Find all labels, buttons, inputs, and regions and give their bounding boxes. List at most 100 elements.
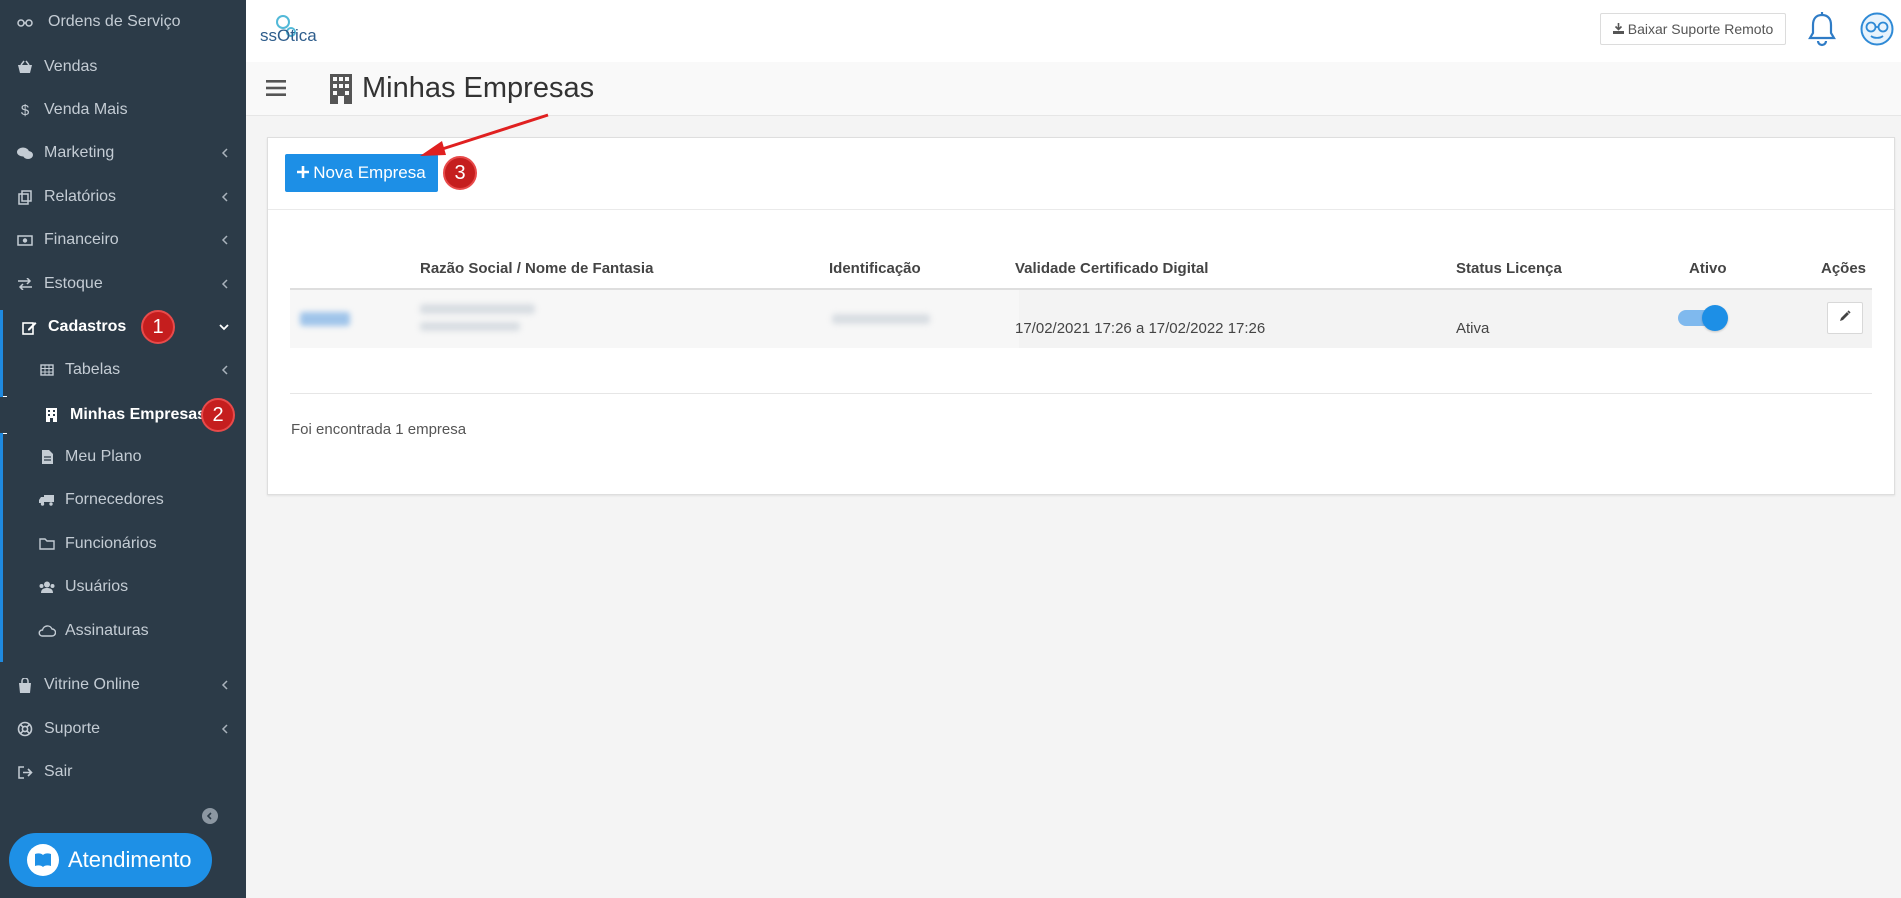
cloud-icon bbox=[38, 622, 56, 640]
chevron-left-icon bbox=[218, 723, 230, 735]
remote-support-label: Baixar Suporte Remoto bbox=[1627, 21, 1774, 37]
redacted-logo bbox=[300, 312, 350, 326]
book-icon bbox=[27, 844, 59, 876]
content-header: Minhas Empresas bbox=[246, 62, 1901, 116]
download-icon bbox=[1612, 21, 1624, 37]
life-ring-icon bbox=[16, 720, 34, 738]
logo-text: ssOtica bbox=[260, 26, 317, 45]
money-icon bbox=[16, 231, 34, 249]
table-icon bbox=[38, 361, 56, 379]
sidebar-item-label: Funcionários bbox=[65, 535, 157, 552]
active-toggle[interactable] bbox=[1678, 305, 1730, 331]
sidebar-item-label: Venda Mais bbox=[44, 101, 128, 118]
sidebar-item-label: Sair bbox=[44, 763, 73, 780]
collapse-sidebar-button[interactable] bbox=[202, 808, 218, 824]
new-company-button[interactable]: Nova Empresa bbox=[285, 154, 438, 192]
comments-icon bbox=[16, 144, 34, 162]
sidebar-subitem-usuarios[interactable]: Usuários bbox=[0, 569, 246, 605]
chevron-left-icon bbox=[218, 364, 230, 376]
column-header-status-licenca: Status Licença bbox=[1456, 260, 1562, 277]
pencil-icon bbox=[1839, 309, 1851, 327]
sidebar-subitem-meu-plano[interactable]: Meu Plano bbox=[0, 439, 246, 475]
topbar: ssOtica Baixar Suporte Remoto bbox=[246, 0, 1901, 62]
plus-icon bbox=[297, 163, 310, 183]
sidebar-item-label: Ordens de Serviço bbox=[48, 13, 181, 30]
building-icon bbox=[330, 74, 352, 104]
sidebar-item-label: Cadastros bbox=[48, 318, 127, 335]
folder-icon bbox=[38, 535, 56, 553]
sidebar-item-label: Usuários bbox=[65, 578, 129, 595]
annotation-badge-2: 2 bbox=[201, 398, 235, 432]
sidebar-item-relatorios[interactable]: Relatórios bbox=[0, 179, 246, 215]
license-status: Ativa bbox=[1456, 320, 1490, 337]
truck-icon bbox=[38, 491, 56, 509]
atendimento-button[interactable]: Atendimento bbox=[9, 833, 212, 887]
column-header-ativo: Ativo bbox=[1689, 260, 1727, 277]
sidebar-item-label: Meu Plano bbox=[65, 448, 142, 465]
column-header-validade-certificado: Validade Certificado Digital bbox=[1015, 260, 1209, 277]
sidebar-item-label: Assinaturas bbox=[65, 622, 149, 639]
sidebar-item-label: Estoque bbox=[44, 275, 103, 292]
sidebar-item-suporte[interactable]: Suporte bbox=[0, 711, 246, 747]
sidebar-subitem-funcionarios[interactable]: Funcionários bbox=[0, 526, 246, 562]
dollar-icon: $ bbox=[20, 101, 30, 119]
sidebar-item-vitrine-online[interactable]: Vitrine Online bbox=[0, 667, 246, 703]
basket-icon bbox=[16, 58, 34, 76]
exchange-icon bbox=[16, 275, 34, 293]
copy-icon bbox=[16, 188, 34, 206]
results-count: Foi encontrada 1 empresa bbox=[291, 421, 467, 438]
bell-icon[interactable] bbox=[1805, 12, 1839, 48]
sign-out-icon bbox=[16, 763, 34, 781]
sidebar-subitem-tabelas[interactable]: Tabelas bbox=[0, 352, 246, 388]
sidebar-item-sair[interactable]: Sair bbox=[0, 754, 246, 790]
sidebar-item-label: Fornecedores bbox=[65, 491, 164, 508]
certificate-validity: 17/02/2021 17:26 a 17/02/2022 17:26 bbox=[1015, 320, 1266, 337]
chevron-left-icon bbox=[218, 679, 230, 691]
chevron-left-icon bbox=[218, 234, 230, 246]
sidebar-item-venda-mais[interactable]: $ Venda Mais bbox=[0, 92, 246, 128]
column-header-identificacao: Identificação bbox=[829, 260, 921, 277]
chevron-left-icon bbox=[218, 147, 230, 159]
edit-button[interactable] bbox=[1827, 302, 1863, 334]
edit-icon bbox=[20, 318, 38, 336]
redacted-identification bbox=[832, 314, 930, 324]
building-icon bbox=[42, 406, 60, 424]
atendimento-label: Atendimento bbox=[68, 847, 192, 872]
divider bbox=[290, 393, 1872, 394]
sidebar-subitem-assinaturas[interactable]: Assinaturas bbox=[0, 613, 246, 649]
avatar[interactable] bbox=[1860, 12, 1894, 46]
sidebar-item-label: Marketing bbox=[44, 144, 115, 161]
sidebar-item-label: Vitrine Online bbox=[44, 676, 140, 693]
shopping-bag-icon bbox=[16, 676, 34, 694]
row-highlight bbox=[1019, 290, 1872, 348]
sidebar-item-label: Relatórios bbox=[44, 188, 117, 205]
chevron-left-icon bbox=[218, 191, 230, 203]
sidebar: Ordens de Serviço Vendas $ Venda Mais Ma… bbox=[0, 0, 246, 898]
sidebar-item-label: Financeiro bbox=[44, 231, 119, 248]
column-header-acoes: Ações bbox=[1821, 260, 1867, 277]
file-icon bbox=[38, 448, 56, 466]
sidebar-subitem-fornecedores[interactable]: Fornecedores bbox=[0, 482, 246, 518]
annotation-badge-1: 1 bbox=[141, 310, 175, 344]
new-company-label: Nova Empresa bbox=[313, 163, 426, 182]
sidebar-item-label: Minhas Empresas bbox=[70, 406, 207, 423]
users-icon bbox=[38, 578, 56, 596]
chevron-left-icon bbox=[218, 278, 230, 290]
sidebar-item-cadastros[interactable]: Cadastros bbox=[0, 309, 246, 345]
sidebar-item-vendas[interactable]: Vendas bbox=[0, 49, 246, 85]
toggle-knob bbox=[1702, 305, 1728, 331]
download-remote-support-button[interactable]: Baixar Suporte Remoto bbox=[1600, 13, 1786, 45]
redacted-company-name bbox=[420, 304, 535, 314]
glasses-icon bbox=[16, 13, 34, 31]
column-header-razao-social: Razão Social / Nome de Fantasia bbox=[420, 260, 654, 277]
sidebar-item-estoque[interactable]: Estoque bbox=[0, 266, 246, 302]
hamburger-menu-icon[interactable] bbox=[266, 80, 286, 96]
chevron-down-icon bbox=[218, 321, 230, 333]
sidebar-item-label: Suporte bbox=[44, 720, 101, 737]
companies-panel: Nova Empresa 3 Razão Social / Nome de Fa… bbox=[267, 137, 1895, 495]
sidebar-item-ordens-de-servico[interactable]: Ordens de Serviço bbox=[0, 4, 246, 40]
table-row[interactable] bbox=[290, 290, 1872, 348]
divider bbox=[268, 209, 1894, 210]
sidebar-item-marketing[interactable]: Marketing bbox=[0, 135, 246, 171]
sidebar-item-financeiro[interactable]: Financeiro bbox=[0, 222, 246, 258]
